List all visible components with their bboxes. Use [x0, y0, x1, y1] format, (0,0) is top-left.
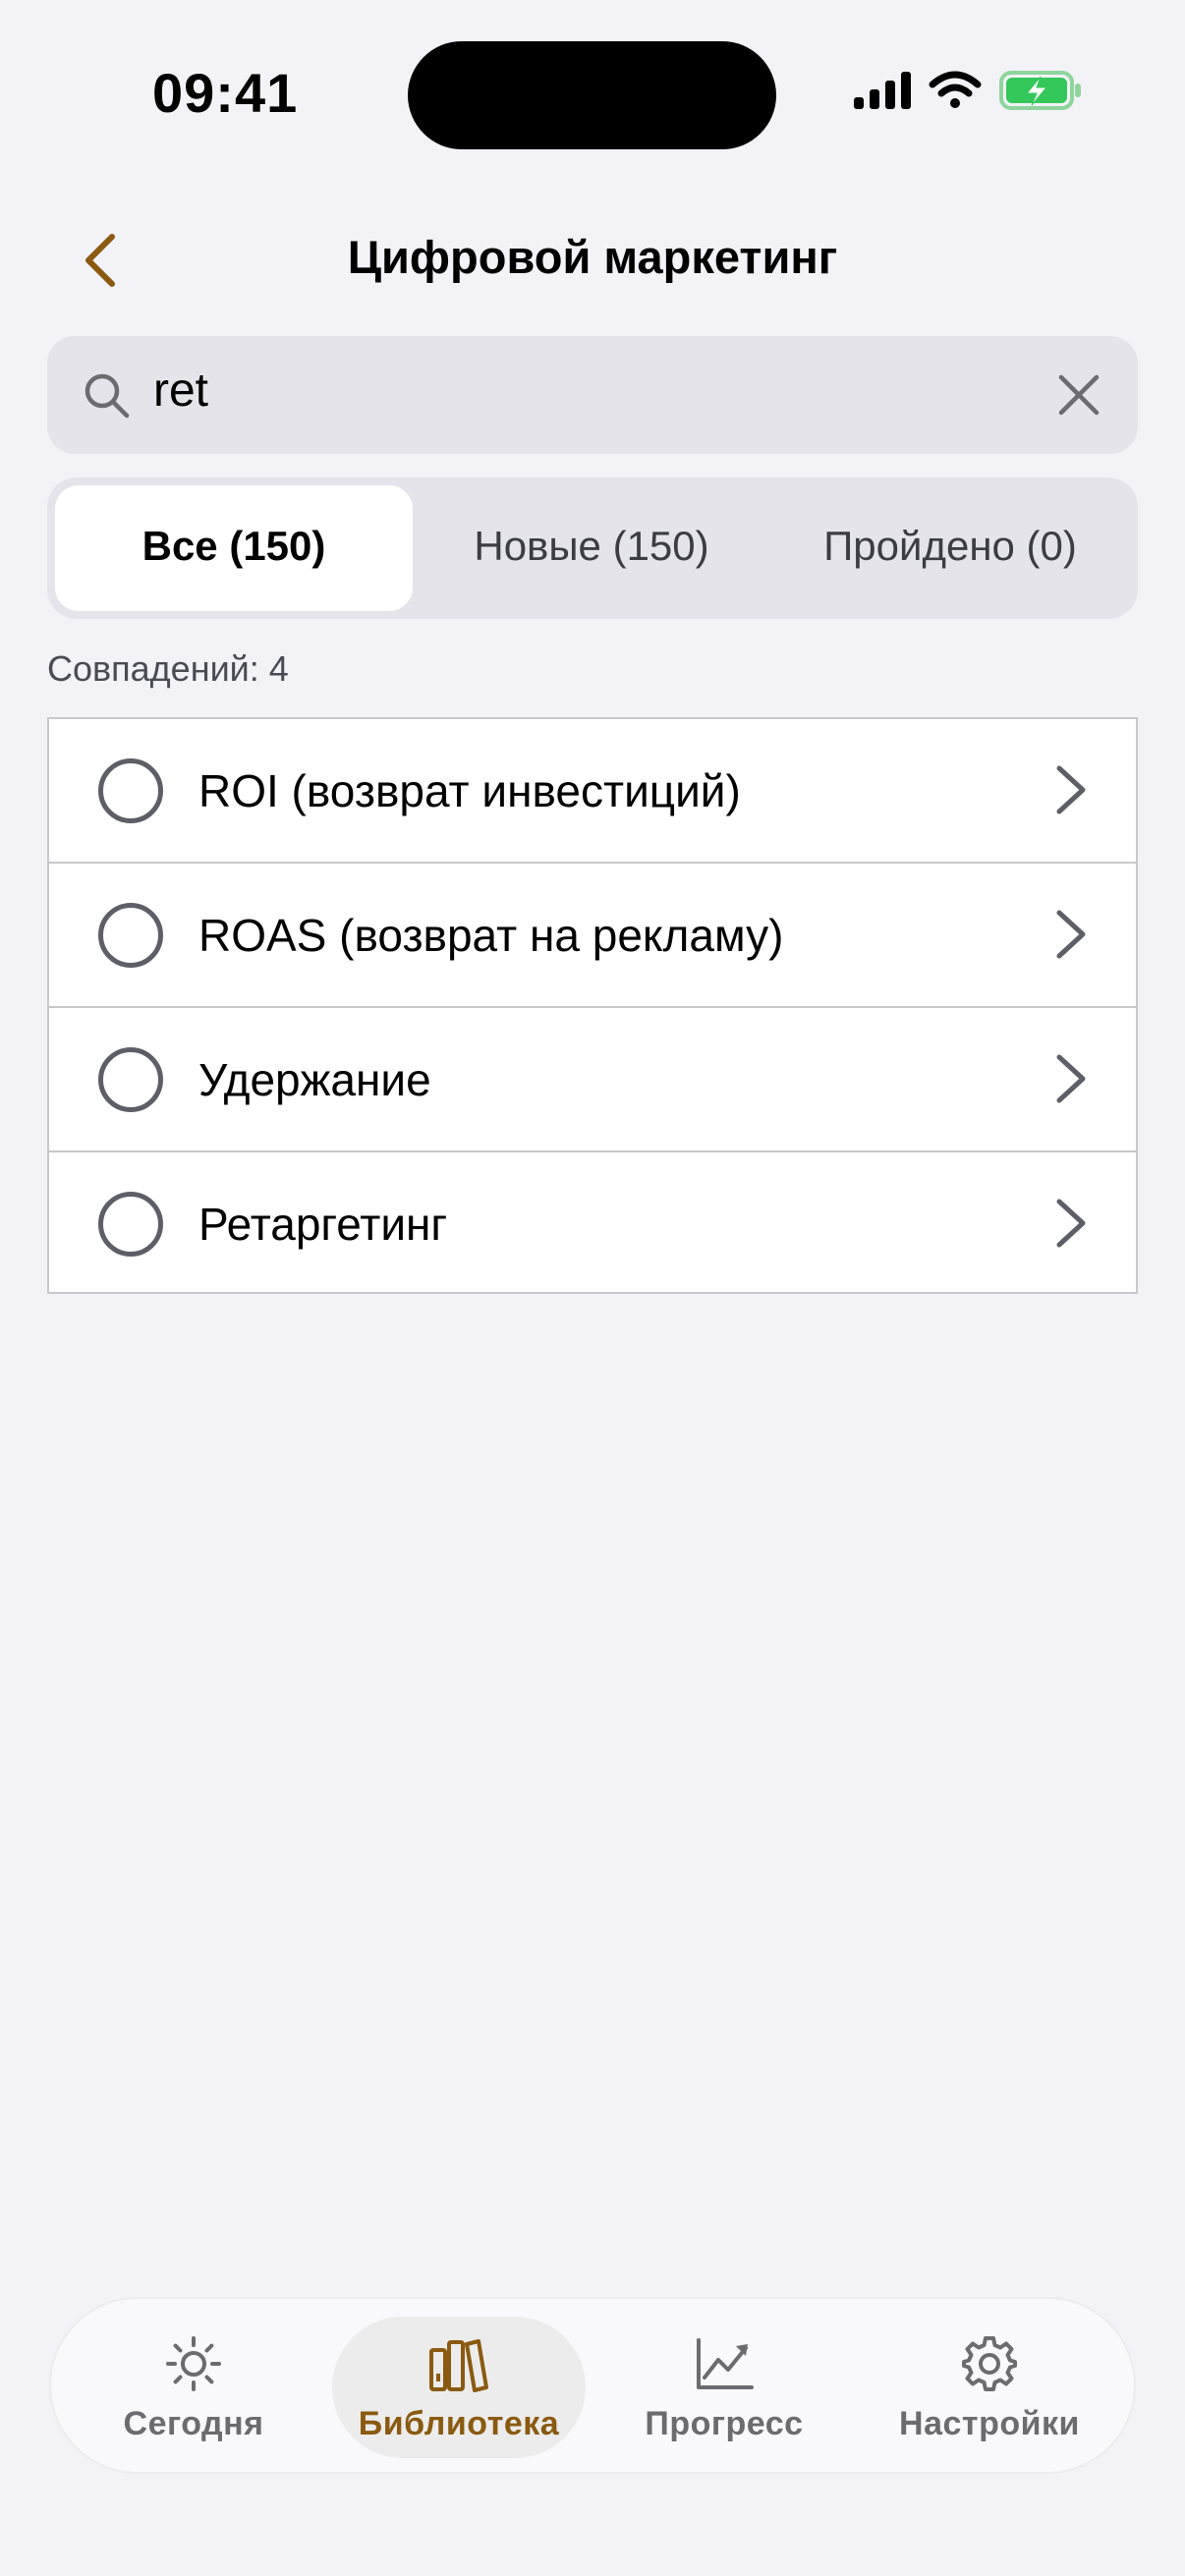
list-item-label: Удержание: [198, 1054, 431, 1105]
wifi-icon: [929, 71, 982, 108]
tab-progress[interactable]: Прогресс: [616, 2334, 832, 2443]
unchecked-circle-icon[interactable]: [98, 1047, 163, 1112]
segment-new[interactable]: Новые (150): [413, 523, 770, 570]
unchecked-circle-icon[interactable]: [98, 758, 163, 823]
gear-icon: [962, 2336, 1017, 2391]
segment-completed[interactable]: Пройдено (0): [770, 523, 1130, 570]
chevron-right-icon: [1056, 1199, 1086, 1248]
list-item[interactable]: Удержание: [49, 1008, 1136, 1151]
list-item[interactable]: Ретаргетинг: [49, 1152, 1136, 1296]
chevron-right-icon: [1056, 765, 1086, 814]
list-item[interactable]: ROAS (возврат на рекламу): [49, 864, 1136, 1007]
page-title: Цифровой маркетинг: [347, 231, 838, 283]
chevron-right-icon: [1056, 910, 1086, 959]
tab-label: Настройки: [899, 2405, 1080, 2442]
search-icon: [85, 373, 130, 419]
battery-charging-icon: [999, 71, 1081, 110]
chart-icon: [697, 2338, 754, 2389]
books-icon: [429, 2339, 488, 2392]
results-list: ROI (возврат инвестиций) ROAS (возврат н…: [47, 717, 1138, 1294]
tab-settings[interactable]: Настройки: [881, 2334, 1098, 2443]
list-item[interactable]: ROI (возврат инвестиций): [49, 719, 1136, 863]
list-item-label: ROI (возврат инвестиций): [198, 765, 741, 816]
list-item-label: Ретаргетинг: [198, 1199, 448, 1250]
tab-label: Прогресс: [645, 2405, 804, 2442]
status-icons: [854, 71, 1082, 110]
cellular-signal-icon: [854, 72, 911, 109]
unchecked-circle-icon[interactable]: [98, 1192, 163, 1257]
status-time: 09:41: [152, 62, 299, 124]
tab-today[interactable]: Сегодня: [85, 2334, 302, 2443]
tab-label: Сегодня: [123, 2405, 264, 2442]
sun-icon: [166, 2336, 221, 2391]
tab-label: Библиотека: [358, 2405, 560, 2442]
clear-icon[interactable]: [1057, 373, 1100, 417]
chevron-right-icon: [1056, 1054, 1086, 1103]
match-count: Совпадений: 4: [47, 648, 289, 689]
tab-library[interactable]: Библиотека: [351, 2334, 567, 2443]
dynamic-island: [408, 41, 776, 149]
list-item-label: ROAS (возврат на рекламу): [198, 910, 784, 961]
search-input[interactable]: ret: [153, 364, 208, 418]
segment-all[interactable]: Все (150): [55, 523, 413, 570]
search-bar[interactable]: [47, 336, 1138, 454]
unchecked-circle-icon[interactable]: [98, 903, 163, 968]
